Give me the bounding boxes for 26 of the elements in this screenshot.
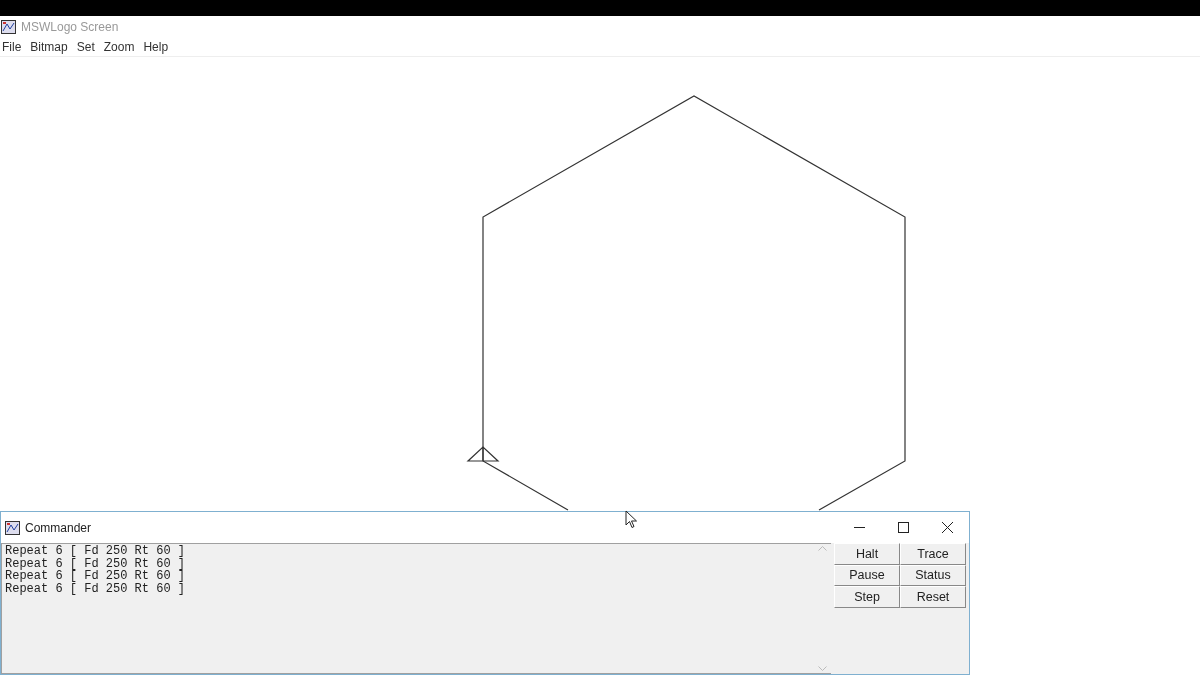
menu-item[interactable]: Bitmap	[27, 38, 74, 56]
app-icon	[1, 20, 16, 34]
history-line: Repeat 6 [ Fd 250 Rt 60 ]	[5, 582, 187, 595]
history-box[interactable]: Repeat 6 [ Fd 250 Rt 60 ] Repeat 6 [ Fd 250 Rt 60 ] Repeat 6 [ Fd 250 Rt 60 ] Repeat 6 [ Fd 250 Rt 60 ]	[1, 543, 831, 674]
scroll-up-icon[interactable]	[818, 546, 827, 551]
command-button[interactable]: Pause	[834, 564, 900, 586]
history-line: Repeat 6 [ Fd 250 Rt 60 ]	[5, 557, 187, 570]
turtle-icon	[467, 446, 500, 462]
menu-item[interactable]: Zoom	[100, 38, 141, 56]
command-button[interactable]: Status	[900, 564, 966, 586]
maximize-icon	[897, 522, 909, 533]
command-button[interactable]: Reset	[900, 586, 966, 608]
command-button[interactable]: Halt	[834, 543, 900, 565]
scroll-down-icon[interactable]	[818, 666, 827, 671]
command-button[interactable]: Step	[834, 586, 900, 608]
menu-item[interactable]: Help	[140, 38, 175, 56]
history-line: Repeat 6 [ Fd 250 Rt 60 ]	[5, 570, 187, 583]
close-icon	[941, 522, 953, 533]
window-title: MSWLogo Screen	[21, 19, 119, 36]
menu-item[interactable]: File	[0, 38, 28, 56]
commander-title: Commander	[25, 519, 92, 537]
history-line: Repeat 6 [ Fd 250 Rt 60 ]	[5, 545, 187, 558]
minimize-icon	[853, 526, 865, 529]
command-button[interactable]: Trace	[900, 543, 966, 565]
app-icon	[5, 520, 20, 535]
menu-item[interactable]: Set	[73, 38, 101, 56]
